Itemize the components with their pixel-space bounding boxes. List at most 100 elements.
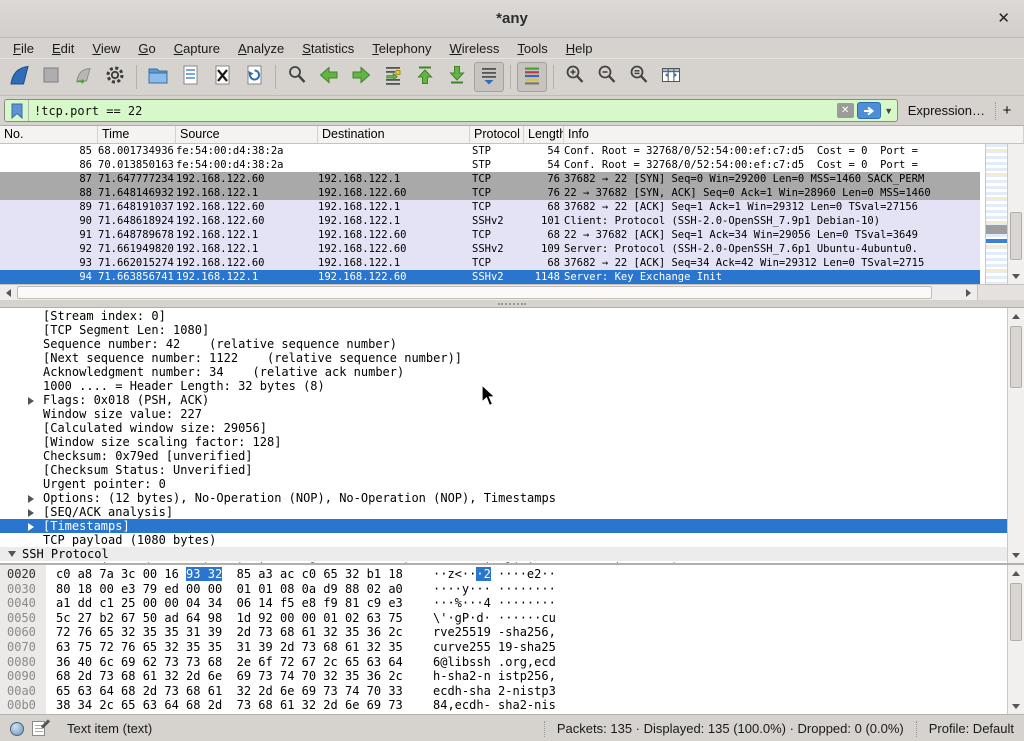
packet-row-92[interactable]: 9271.661949820192.168.122.1192.168.122.6… (0, 242, 980, 256)
detail-line[interactable]: [Timestamps] (0, 519, 1007, 533)
display-filter-input[interactable]: !tcp.port == 22 ✕ ▼ (4, 99, 898, 122)
details-scrollbar[interactable] (1007, 308, 1024, 563)
resize-columns-button[interactable] (656, 62, 686, 92)
expand-arrow-icon[interactable] (28, 495, 34, 503)
menu-telephony[interactable]: Telephony (363, 41, 440, 56)
find-packet-button[interactable] (282, 62, 312, 92)
go-to-packet-button[interactable] (378, 62, 408, 92)
zoom-out-button[interactable] (592, 62, 622, 92)
collapse-arrow-icon[interactable] (8, 551, 16, 557)
filter-bookmark-button[interactable] (5, 100, 29, 121)
scrollbar-thumb[interactable] (1010, 326, 1022, 388)
menu-edit[interactable]: Edit (43, 41, 83, 56)
detail-line[interactable]: Checksum: 0x79ed [unverified] (0, 449, 1024, 463)
scroll-right-arrow[interactable] (960, 285, 977, 300)
hex-row-0070[interactable]: 007063 75 72 76 65 32 35 35 31 39 2d 73 … (0, 640, 1024, 655)
detail-line[interactable]: Urgent pointer: 0 (0, 477, 1024, 491)
menu-view[interactable]: View (83, 41, 129, 56)
detail-line[interactable]: [Stream index: 0] (0, 309, 1024, 323)
scrollbar-thumb[interactable] (1010, 212, 1022, 260)
column-header-no[interactable]: No. (0, 126, 98, 143)
zoom-original-button[interactable] (624, 62, 654, 92)
expand-arrow-icon[interactable] (28, 509, 34, 517)
detail-line[interactable]: [TCP Segment Len: 1080] (0, 323, 1024, 337)
hex-row-00a0[interactable]: 00a065 63 64 68 2d 73 68 61 32 2d 6e 69 … (0, 684, 1024, 699)
column-header-time[interactable]: Time (98, 126, 176, 143)
packet-row-86[interactable]: 8670.013850163fe:54:00:d4:38:2aSTP54Conf… (0, 158, 980, 172)
expand-arrow-icon[interactable] (28, 523, 34, 531)
detail-line[interactable]: Acknowledgment number: 34 (relative ack … (0, 365, 1024, 379)
scroll-down-arrow[interactable] (1008, 268, 1024, 284)
packet-row-85[interactable]: 8568.001734936fe:54:00:d4:38:2aSTP54Conf… (0, 144, 980, 158)
column-header-protocol[interactable]: Protocol (470, 126, 524, 143)
filter-apply-button[interactable] (857, 102, 881, 119)
hex-row-00b0[interactable]: 00b038 34 2c 65 63 64 68 2d 73 68 61 32 … (0, 698, 1024, 713)
menu-analyze[interactable]: Analyze (229, 41, 293, 56)
scroll-left-arrow[interactable] (0, 285, 17, 300)
hscrollbar-thumb[interactable] (17, 286, 932, 299)
menu-file[interactable]: File (4, 41, 43, 56)
go-forward-button[interactable] (346, 62, 376, 92)
packet-row-89[interactable]: 8971.648191037192.168.122.60192.168.122.… (0, 200, 980, 214)
hex-row-0080[interactable]: 008036 40 6c 69 62 73 73 68 2e 6f 72 67 … (0, 655, 1024, 670)
packet-row-90[interactable]: 9071.648618924192.168.122.60192.168.122.… (0, 214, 980, 228)
hex-row-0090[interactable]: 009068 2d 73 68 61 32 2d 6e 69 73 74 70 … (0, 669, 1024, 684)
packet-list-horizontal-scrollbar[interactable] (0, 284, 1024, 300)
packet-row-87[interactable]: 8771.647777234192.168.122.60192.168.122.… (0, 172, 980, 186)
zoom-in-button[interactable] (560, 62, 590, 92)
detail-line[interactable]: SSH Protocol (0, 547, 1007, 561)
detail-line[interactable]: [Calculated window size: 29056] (0, 421, 1024, 435)
go-last-packet-button[interactable] (442, 62, 472, 92)
detail-line[interactable]: TCP payload (1080 bytes) (0, 533, 1024, 547)
packet-row-91[interactable]: 9171.648789678192.168.122.1192.168.122.6… (0, 228, 980, 242)
detail-line[interactable]: [Window size scaling factor: 128] (0, 435, 1024, 449)
expand-arrow-icon[interactable] (28, 397, 34, 405)
menu-wireless[interactable]: Wireless (441, 41, 509, 56)
stop-capture-button[interactable] (36, 62, 66, 92)
detail-line[interactable]: Flags: 0x018 (PSH, ACK) (0, 393, 1024, 407)
hex-row-0060[interactable]: 006072 76 65 32 35 35 31 39 2d 73 68 61 … (0, 625, 1024, 640)
add-filter-button[interactable]: + (996, 102, 1018, 119)
colorize-packets-button[interactable] (517, 62, 547, 92)
detail-line[interactable]: [Next sequence number: 1122 (relative se… (0, 351, 1024, 365)
hex-row-0040[interactable]: 0040a1 dd c1 25 00 00 04 34 06 14 f5 e8 … (0, 596, 1024, 611)
menu-go[interactable]: Go (129, 41, 164, 56)
capture-comment-icon[interactable] (32, 721, 45, 736)
scroll-down-arrow[interactable] (1008, 698, 1024, 714)
go-first-packet-button[interactable] (410, 62, 440, 92)
packet-list-scrollbar[interactable] (1007, 144, 1024, 284)
hex-row-0030[interactable]: 003080 18 00 e3 79 ed 00 00 01 01 08 0a … (0, 582, 1024, 597)
detail-line[interactable]: Window size value: 227 (0, 407, 1024, 421)
detail-line[interactable]: Options: (12 bytes), No-Operation (NOP),… (0, 491, 1024, 505)
menu-tools[interactable]: Tools (508, 41, 556, 56)
packet-row-88[interactable]: 8871.648146932192.168.122.1192.168.122.6… (0, 186, 980, 200)
detail-line[interactable]: Sequence number: 42 (relative sequence n… (0, 337, 1024, 351)
column-header-info[interactable]: Info (564, 126, 1024, 143)
intelligent-scrollbar-minimap[interactable] (985, 144, 1007, 284)
expression-button[interactable]: Expression… (898, 103, 995, 118)
filter-clear-button[interactable]: ✕ (837, 103, 854, 118)
menu-capture[interactable]: Capture (165, 41, 229, 56)
filter-history-dropdown[interactable]: ▼ (883, 106, 895, 116)
detail-line[interactable]: [SEQ/ACK analysis] (0, 505, 1024, 519)
scroll-down-arrow[interactable] (1008, 547, 1024, 563)
reload-capture-file-button[interactable] (239, 62, 269, 92)
packet-row-93[interactable]: 9371.662015274192.168.122.60192.168.122.… (0, 256, 980, 270)
column-header-source[interactable]: Source (176, 126, 318, 143)
scroll-up-arrow[interactable] (1008, 308, 1024, 324)
close-capture-file-button[interactable] (207, 62, 237, 92)
scrollbar-thumb[interactable] (1010, 583, 1022, 641)
bytes-scrollbar[interactable] (1007, 565, 1024, 714)
auto-scroll-button[interactable] (474, 62, 504, 92)
hex-row-0020[interactable]: 0020c0 a8 7a 3c 00 16 93 32 85 a3 ac c0 … (0, 567, 1024, 582)
column-header-length[interactable]: Length (524, 126, 564, 143)
open-capture-file-button[interactable] (143, 62, 173, 92)
capture-options-button[interactable] (100, 62, 130, 92)
start-capture-button[interactable] (4, 62, 34, 92)
close-window-button[interactable]: ✕ (997, 9, 1010, 27)
detail-line[interactable]: 1000 .... = Header Length: 32 bytes (8) (0, 379, 1024, 393)
go-back-button[interactable] (314, 62, 344, 92)
pane-splitter[interactable] (0, 300, 1024, 307)
filter-text[interactable]: !tcp.port == 22 (29, 104, 837, 118)
hex-row-0050[interactable]: 00505c 27 b2 67 50 ad 64 98 1d 92 00 00 … (0, 611, 1024, 626)
